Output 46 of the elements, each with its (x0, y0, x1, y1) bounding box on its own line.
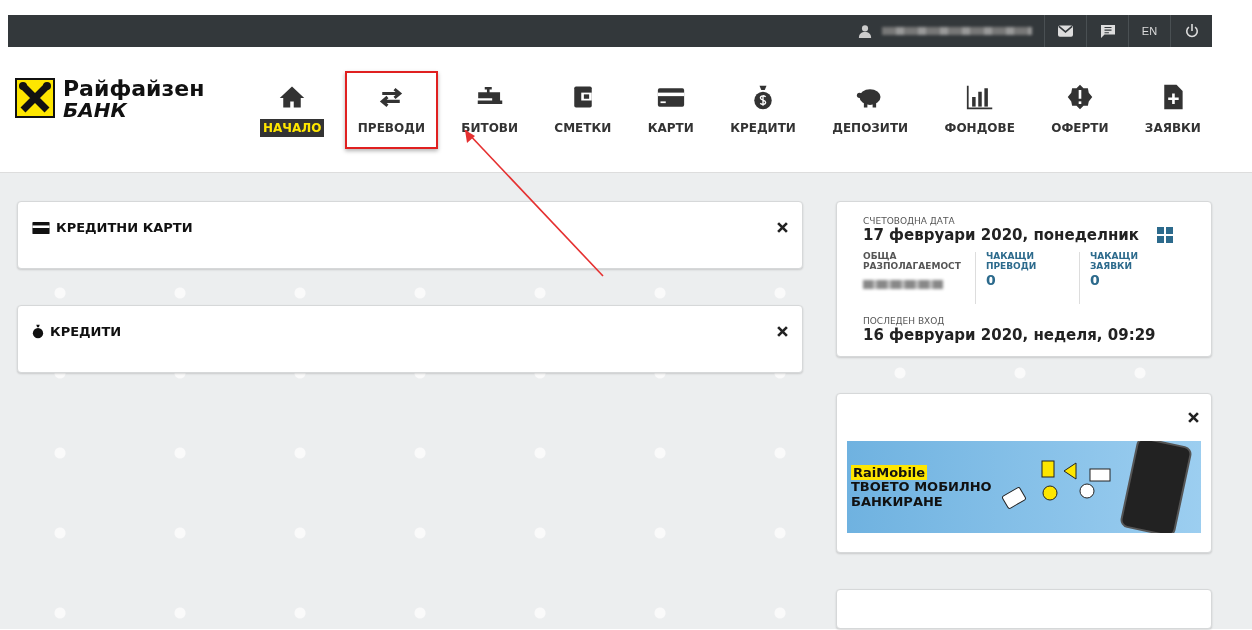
stat-label: ЧАКАЩИ ПРЕВОДИ (985, 252, 1038, 272)
wallet-icon (574, 86, 592, 107)
widget-title: КРЕДИТНИ КАРТИ (56, 220, 193, 235)
stat-label: ОБЩА РАЗПОЛАГАЕМОСТ (863, 252, 962, 272)
accounting-date: 17 февруари 2020, понеделник (863, 226, 1139, 244)
mail-icon (1058, 25, 1073, 37)
bar-chart-icon (966, 84, 993, 109)
power-icon (1184, 24, 1199, 38)
stat-label: ЧАКАЩИ ЗАЯВКИ (1089, 252, 1139, 272)
alert-badge-icon (1067, 84, 1093, 109)
close-button[interactable] (775, 324, 790, 339)
nav-tab[interactable]: КАРТИ (634, 70, 707, 149)
last-login-label: ПОСЛЕДЕН ВХОД (863, 316, 946, 326)
nav-tab[interactable]: ОФЕРТИ (1038, 70, 1122, 149)
accounting-date-label: СЧЕТОВОДНА ДАТА (863, 216, 956, 226)
nav-tab[interactable]: НАЧАЛО (250, 70, 335, 149)
nav-tab[interactable]: ФОНДОВЕ (931, 70, 1028, 149)
bank-logo[interactable]: Райфайзен БАНК (15, 77, 250, 120)
banner-brand: RaiMobile (851, 465, 928, 481)
user-icon (858, 24, 872, 38)
arrows-icon (380, 87, 403, 107)
piggy-bank-icon (857, 88, 881, 107)
nav-tab[interactable]: ПРЕВОДИ (344, 70, 438, 149)
add-document-icon (1164, 84, 1183, 109)
faucet-icon (477, 86, 502, 104)
language-button[interactable]: EN (1128, 15, 1170, 47)
stat-value: 0 (985, 271, 997, 288)
nav-tab[interactable]: СМЕТКИ (541, 70, 625, 149)
stat-value: 0 (1089, 271, 1101, 288)
widget-title: КРЕДИТИ (50, 324, 122, 339)
last-login-date: 16 февруари 2020, неделя, 09:29 (863, 326, 1157, 344)
money-bag-icon (754, 85, 772, 109)
nav-tab[interactable]: ЗАЯВКИ (1131, 70, 1214, 149)
nav-tab[interactable]: БИТОВИ (448, 70, 532, 149)
close-button[interactable] (775, 220, 790, 235)
chat-icon (1100, 24, 1115, 38)
credit-card-icon (657, 87, 684, 107)
nav-tab[interactable]: КРЕДИТИ (717, 70, 809, 149)
house-icon (280, 86, 305, 107)
banner-headline: ТВОЕТО МОБИЛНО БАНКИРАНЕ (851, 480, 993, 509)
money-bag-icon (32, 324, 44, 339)
nav-tab[interactable]: ДЕПОЗИТИ (819, 70, 922, 149)
close-button[interactable] (1186, 410, 1201, 425)
credit-card-icon (32, 221, 50, 234)
grid-icon[interactable] (1157, 227, 1173, 243)
promo-banner[interactable]: RaiMobile ТВОЕТО МОБИЛНО БАНКИРАНЕ (847, 441, 1201, 533)
